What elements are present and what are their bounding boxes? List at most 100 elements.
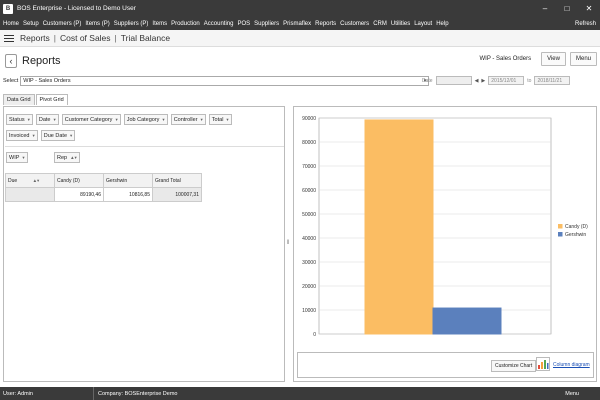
breadcrumb-separator: | (114, 33, 117, 43)
sort-icon[interactable]: ▾ (162, 117, 164, 123)
view-button[interactable]: View (541, 52, 566, 66)
field-label: Due Date (43, 132, 68, 139)
sort-icon[interactable]: ▾ (115, 117, 117, 123)
title-bar: B BOS Enterprise - Licensed to Demo User… (0, 0, 600, 17)
menu-item-utilities[interactable]: Utilities (391, 21, 410, 27)
menu-item-prismaflex[interactable]: Prismaflex (283, 21, 311, 27)
page-header: ‹ Reports WIP - Sales Orders View Menu (0, 48, 600, 73)
menu-bar: Home Setup Customers (P) Items (P) Suppl… (0, 17, 600, 30)
y-tick-label: 40000 (302, 236, 316, 242)
breadcrumb-bar: Reports | Cost of Sales | Trial Balance (0, 30, 600, 47)
field-due-date[interactable]: Due Date ▾ (40, 130, 76, 141)
field-date[interactable]: Date ▾ (35, 114, 59, 125)
pivot-grid-pane: Status ▾ Date ▾ Customer Category ▾ Job Cat… (3, 106, 285, 382)
date-from-input[interactable]: 2015/12/01 (488, 76, 525, 85)
menu-item-help[interactable]: Help (436, 21, 448, 27)
refresh-button[interactable]: Refresh (575, 21, 596, 27)
sort-icon[interactable]: ▲▾ (33, 178, 40, 183)
field-label: Rep (57, 154, 68, 161)
field-wip[interactable]: WIP ▾ (6, 152, 28, 163)
column-diagram-icon[interactable] (536, 357, 550, 371)
sort-icon[interactable]: ▾ (33, 133, 35, 139)
sort-icon[interactable]: ▾ (22, 155, 24, 161)
sort-icon[interactable]: ▾ (226, 117, 228, 123)
breadcrumb-separator: | (53, 33, 56, 43)
breadcrumb-cost-of-sales[interactable]: Cost of Sales (60, 33, 111, 43)
status-company: Company: BOSEnterprise Demo (98, 390, 178, 397)
table-row: 89190,46 10816,85 100007,31 (5, 187, 202, 202)
menu-item-accounting[interactable]: Accounting (204, 21, 234, 27)
menu-item-home[interactable]: Home (3, 21, 19, 27)
legend-entry: Gershwin (565, 232, 586, 238)
maximize-icon[interactable]: □ (556, 0, 578, 17)
menu-item-setup[interactable]: Setup (23, 21, 39, 27)
next-date-icon[interactable]: ▶ (481, 78, 485, 84)
report-select[interactable]: WIP - Sales Orders ▾ (20, 76, 430, 86)
pane-splitter-handle[interactable]: ‖ (287, 240, 289, 246)
field-job-category[interactable]: Job Category ▾ (123, 114, 168, 125)
menu-item-crm[interactable]: CRM (373, 21, 387, 27)
breadcrumb-trial-balance[interactable]: Trial Balance (121, 33, 170, 43)
sort-icon[interactable]: ▾ (70, 133, 72, 139)
menu-item-customers-p[interactable]: Customers (P) (43, 21, 82, 27)
report-context-label: WIP - Sales Orders (479, 56, 532, 62)
sort-icon[interactable]: ▾ (28, 117, 30, 123)
sort-icon[interactable]: ▾ (53, 117, 55, 123)
back-button[interactable]: ‹ (5, 53, 17, 68)
column-header[interactable]: Grand Total (152, 173, 202, 188)
customize-chart-button[interactable]: Customize Chart (491, 360, 537, 372)
row-field-header[interactable]: Due ▲▾ (5, 173, 55, 188)
select-label: Select (3, 78, 19, 84)
window-controls: – □ ✕ (534, 0, 600, 17)
hamburger-icon[interactable] (4, 34, 14, 42)
menu-item-pos[interactable]: POS (237, 21, 250, 27)
date-to-input[interactable]: 2018/11/21 (534, 76, 571, 85)
bar-gershwin (432, 307, 502, 335)
sort-icon[interactable]: ▲▾ (70, 155, 77, 161)
close-icon[interactable]: ✕ (578, 0, 600, 17)
column-header[interactable]: Candy (D) (54, 173, 104, 188)
field-customer-category[interactable]: Customer Category ▾ (61, 114, 121, 125)
menu-button[interactable]: Menu (569, 52, 597, 66)
field-controller[interactable]: Controller ▾ (170, 114, 206, 125)
menu-item-customers[interactable]: Customers (340, 21, 369, 27)
minimize-icon[interactable]: – (534, 0, 556, 17)
date-label: Date (422, 77, 433, 84)
field-label: Job Category (126, 116, 160, 123)
value-cell[interactable]: 89190,46 (54, 187, 104, 202)
status-divider (93, 387, 94, 400)
status-menu-button[interactable]: Menu (565, 391, 579, 397)
filter-area-row2: Invoiced ▾ Due Date ▾ (6, 130, 76, 141)
menu-item-layout[interactable]: Layout (414, 21, 432, 27)
date-input[interactable] (435, 76, 472, 85)
tab-pivot-grid[interactable]: Pivot Grid (35, 94, 68, 105)
menu-item-suppliers[interactable]: Suppliers (254, 21, 279, 27)
menu-item-items[interactable]: Items (152, 21, 167, 27)
menu-item-items-p[interactable]: Items (P) (85, 21, 109, 27)
status-bar: User: Admin Company: BOSEnterprise Demo … (0, 387, 600, 400)
sort-icon[interactable]: ▾ (201, 117, 203, 123)
menu-item-reports[interactable]: Reports (315, 21, 336, 27)
field-invoiced[interactable]: Invoiced ▾ (6, 130, 38, 141)
grand-total-cell[interactable]: 100007,31 (152, 187, 202, 202)
field-label: Customer Category (64, 116, 113, 123)
y-tick-label: 20000 (302, 284, 316, 290)
prev-date-icon[interactable]: ◀ (475, 78, 479, 84)
field-label: Controller (173, 116, 198, 123)
breadcrumb: Reports | Cost of Sales | Trial Balance (20, 33, 170, 43)
field-total[interactable]: Total ▾ (208, 114, 232, 125)
header-actions: WIP - Sales Orders View Menu (479, 52, 597, 66)
field-label: Total (211, 116, 224, 123)
value-cell[interactable]: 10816,85 (103, 187, 153, 202)
field-status[interactable]: Status ▾ (6, 114, 33, 125)
column-header[interactable]: Gershwin (103, 173, 153, 188)
row-header-cell[interactable] (5, 187, 55, 202)
menu-item-suppliers-p[interactable]: Suppliers (P) (114, 21, 149, 27)
menu-item-production[interactable]: Production (171, 21, 200, 27)
field-rep[interactable]: Rep ▲▾ (54, 152, 80, 163)
chevron-left-icon: ‹ (9, 55, 13, 66)
column-diagram-link[interactable]: Column diagram (553, 362, 590, 368)
tab-data-grid[interactable]: Data Grid (3, 94, 35, 105)
column-chart: 0 10000 20000 30000 40000 50000 60000 70000 8000… (302, 116, 588, 338)
breadcrumb-reports[interactable]: Reports (20, 33, 50, 43)
